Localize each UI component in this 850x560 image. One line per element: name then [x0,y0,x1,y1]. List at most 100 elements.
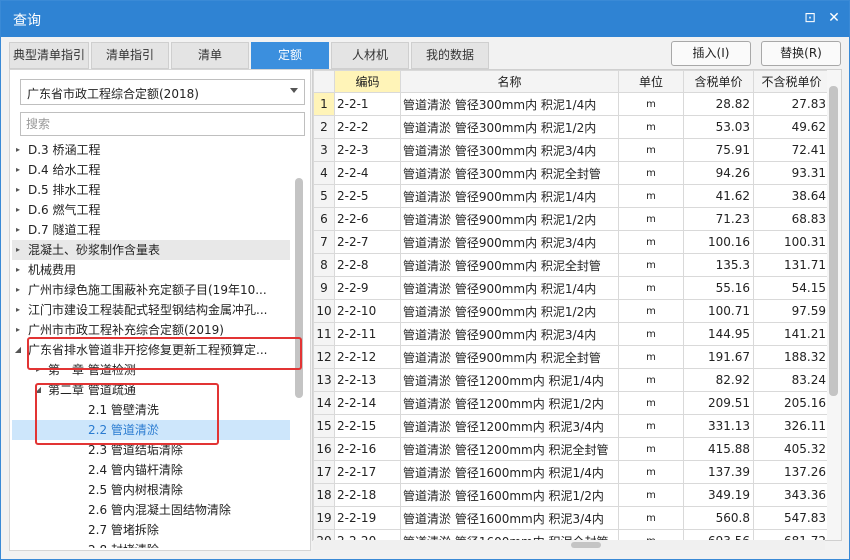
tree-item[interactable]: ▸ 机械费用 [12,260,290,280]
cell-code: 2-2-18 [334,483,401,507]
cell-unit: m [618,437,684,461]
table-row[interactable]: 15 2-2-15 管道清淤 管径1200mm内 积泥3/4内 m 331.13 326.… [313,414,830,438]
row-number: 15 [313,414,335,438]
expand-arrow-icon[interactable]: ▸ [13,280,23,300]
header-code[interactable]: 编码 [334,70,401,93]
cell-name: 管道清淤 管径300mm内 积泥3/4内 [400,138,619,162]
cell-unit: m [618,161,684,185]
table-row[interactable]: 19 2-2-19 管道清淤 管径1600mm内 积泥3/4内 m 560.8 547.8… [313,506,830,530]
chevron-down-icon [290,88,298,93]
tree-item[interactable]: 2.8 封堵清除 [12,540,290,548]
cell-price-notax: 100.31 [753,230,830,254]
cell-name: 管道清淤 管径900mm内 积泥全封管 [400,253,619,277]
cell-unit: m [618,230,684,254]
header-name[interactable]: 名称 [400,70,619,93]
table-row[interactable]: 13 2-2-13 管道清淤 管径1200mm内 积泥1/4内 m 82.92 83.24 [313,368,830,392]
table-row[interactable]: 12 2-2-12 管道清淤 管径900mm内 积泥全封管 m 191.67 188.32 [313,345,830,369]
expand-arrow-icon[interactable]: ▸ [13,260,23,280]
collapse-arrow-icon[interactable]: ◢ [13,340,23,360]
expand-arrow-icon[interactable]: ▸ [13,200,23,220]
tree-item[interactable]: ▸ D.5 排水工程 [12,180,290,200]
table-row[interactable]: 4 2-2-4 管道清淤 管径300mm内 积泥全封管 m 94.26 93.31 [313,161,830,185]
library-select[interactable]: 广东省市政工程综合定额(2018) [20,79,305,105]
tree-item[interactable]: 2.5 管内树根清除 [12,480,290,500]
tab-bill[interactable]: 清单 [171,42,249,69]
cell-name: 管道清淤 管径1600mm内 积泥1/2内 [400,483,619,507]
expand-arrow-icon[interactable]: ▸ [13,220,23,240]
cell-code: 2-2-4 [334,161,401,185]
row-number: 13 [313,368,335,392]
expand-arrow-icon[interactable]: ▸ [13,320,23,340]
table-row[interactable]: 2 2-2-2 管道清淤 管径300mm内 积泥1/2内 m 53.03 49.62 [313,115,830,139]
header-price-notax[interactable]: 不含税单价 [753,70,830,93]
tree-item-label: D.6 燃气工程 [28,203,101,217]
table-row[interactable]: 7 2-2-7 管道清淤 管径900mm内 积泥3/4内 m 100.16 100.31 [313,230,830,254]
table-scroll-thumb[interactable] [829,86,838,396]
row-number: 19 [313,506,335,530]
table-row[interactable]: 8 2-2-8 管道清淤 管径900mm内 积泥全封管 m 135.3 131.71 [313,253,830,277]
cell-price-tax: 144.95 [683,322,754,346]
expand-arrow-icon[interactable]: ▸ [13,180,23,200]
table-row[interactable]: 18 2-2-18 管道清淤 管径1600mm内 积泥1/2内 m 349.19 343.… [313,483,830,507]
table-row[interactable]: 1 2-2-1 管道清淤 管径300mm内 积泥1/4内 m 28.82 27.83 [313,92,830,116]
table-row[interactable]: 3 2-2-3 管道清淤 管径300mm内 积泥3/4内 m 75.91 72.41 [313,138,830,162]
cell-code: 2-2-1 [334,92,401,116]
table-row[interactable]: 17 2-2-17 管道清淤 管径1600mm内 积泥1/4内 m 137.39 137.… [313,460,830,484]
cell-unit: m [618,368,684,392]
tree-item[interactable]: ▸ 混凝土、砂浆制作含量表 [12,240,290,260]
cell-unit: m [618,345,684,369]
table-row[interactable]: 6 2-2-6 管道清淤 管径900mm内 积泥1/2内 m 71.23 68.83 [313,207,830,231]
tab-labor-material-machine[interactable]: 人材机 [331,42,409,69]
row-number: 16 [313,437,335,461]
cell-code: 2-2-13 [334,368,401,392]
cell-code: 2-2-2 [334,115,401,139]
tab-bill-guide[interactable]: 清单指引 [91,42,169,69]
header-price-tax[interactable]: 含税单价 [683,70,754,93]
table-row[interactable]: 16 2-2-16 管道清淤 管径1200mm内 积泥全封管 m 415.88 405.3… [313,437,830,461]
insert-button[interactable]: 插入(I) [671,41,751,66]
cell-unit: m [618,92,684,116]
tree-item-label: 2.4 管内锚杆清除 [88,463,183,477]
tab-typical-bill-guide[interactable]: 典型清单指引 [9,42,89,69]
close-icon[interactable]: ✕ [825,9,843,27]
cell-price-notax: 141.21 [753,322,830,346]
cell-code: 2-2-7 [334,230,401,254]
cell-unit: m [618,506,684,530]
row-number: 2 [313,115,335,139]
expand-arrow-icon[interactable]: ▸ [13,160,23,180]
table-row[interactable]: 9 2-2-9 管道清淤 管径900mm内 积泥1/4内 m 55.16 54.15 [313,276,830,300]
library-select-value: 广东省市政工程综合定额(2018) [27,87,199,101]
tab-quota[interactable]: 定额 [251,42,329,69]
tree-item[interactable]: ▸ D.6 燃气工程 [12,200,290,220]
row-number: 10 [313,299,335,323]
table-row[interactable]: 10 2-2-10 管道清淤 管径900mm内 积泥1/2内 m 100.71 97.59 [313,299,830,323]
table-row[interactable]: 11 2-2-11 管道清淤 管径900mm内 积泥3/4内 m 144.95 141.2… [313,322,830,346]
search-input[interactable] [20,112,305,136]
window-title: 查询 [13,13,41,29]
cell-price-tax: 94.26 [683,161,754,185]
tree-item[interactable]: ▸ 广州市绿色施工围蔽补充定额子目(19年10... [12,280,290,300]
tree-item[interactable]: ▸ D.4 给水工程 [12,160,290,180]
tree-item[interactable]: ▸ D.3 桥涵工程 [12,140,290,160]
expand-arrow-icon[interactable]: ▸ [13,300,23,320]
expand-arrow-icon[interactable]: ▸ [13,240,23,260]
tree-item[interactable]: 2.4 管内锚杆清除 [12,460,290,480]
tree-item[interactable]: 2.6 管内混凝土固结物清除 [12,500,290,520]
tree-item[interactable]: 2.7 管堵拆除 [12,520,290,540]
cell-price-notax: 131.71 [753,253,830,277]
tab-my-data[interactable]: 我的数据 [411,42,489,69]
cell-code: 2-2-12 [334,345,401,369]
replace-button[interactable]: 替换(R) [761,41,841,66]
expand-arrow-icon[interactable]: ▸ [13,140,23,160]
table-vertical-scrollbar[interactable] [827,70,841,540]
tree-item[interactable]: ▸ 江门市建设工程装配式轻型钢结构金属冲孔... [12,300,290,320]
pin-icon[interactable]: ⊡ [801,9,819,27]
cell-price-notax: 405.32 [753,437,830,461]
table-row[interactable]: 14 2-2-14 管道清淤 管径1200mm内 积泥1/2内 m 209.51 205.… [313,391,830,415]
table-horizontal-scrollbar[interactable] [313,540,825,550]
table-hscroll-thumb[interactable] [571,542,601,548]
tree-item[interactable]: ▸ D.7 隧道工程 [12,220,290,240]
header-unit[interactable]: 单位 [618,70,684,93]
row-number: 4 [313,161,335,185]
table-row[interactable]: 5 2-2-5 管道清淤 管径900mm内 积泥1/4内 m 41.62 38.64 [313,184,830,208]
